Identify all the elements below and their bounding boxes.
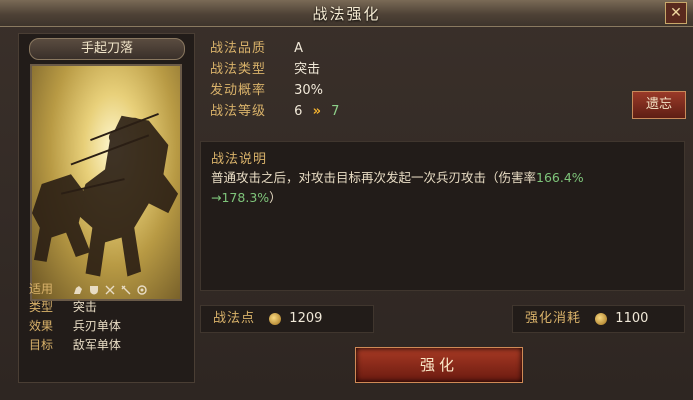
dialog-window: 战法强化 ✕ 手起刀落 适用 类型 突击 效果 兵刃单体 目标 敌军单体 战法品…	[0, 0, 693, 400]
rate-value: 30%	[294, 83, 324, 98]
damage-to-value: 178.3%	[221, 190, 270, 205]
kind-row: 战法类型 突击	[210, 60, 320, 80]
target-row: 目标 敌军单体	[29, 336, 121, 354]
enhance-cost-box: 强化消耗 1100	[512, 305, 685, 333]
enhance-cost-label: 强化消耗	[525, 311, 582, 326]
type-label: 类型	[29, 300, 54, 314]
effect-value: 兵刃单体	[72, 319, 121, 333]
skill-points-value: 1209	[289, 311, 323, 326]
spear-icon	[121, 285, 131, 294]
double-chevron-right-icon: »	[312, 104, 321, 119]
skill-points-label: 战法点	[213, 311, 256, 326]
coin-icon	[269, 312, 282, 325]
dialog-title: 战法强化	[312, 5, 381, 23]
level-next: 7	[331, 104, 340, 119]
target-value: 敌军单体	[72, 338, 121, 352]
effect-label: 效果	[29, 319, 54, 333]
quality-value: A	[294, 41, 304, 56]
applicable-row: 适用	[29, 280, 147, 298]
siege-icon	[137, 284, 147, 295]
close-button[interactable]: ✕	[665, 2, 687, 24]
target-label: 目标	[29, 338, 54, 352]
quality-row: 战法品质 A	[210, 39, 303, 59]
level-row: 战法等级 6 » 7	[210, 102, 339, 122]
damage-from-value: 166.4%	[536, 170, 584, 185]
applicable-label: 适用	[29, 282, 54, 296]
description-text-before: 普通攻击之后，对攻击目标再次发起一次兵刃攻击（伤害率	[211, 170, 537, 185]
forget-button[interactable]: 遗忘	[632, 91, 686, 119]
shield-icon	[89, 285, 98, 294]
skill-points-box: 战法点 1209	[200, 305, 374, 333]
type-row: 类型 突击	[29, 298, 97, 316]
description-text-after: ）	[269, 190, 282, 205]
cavalry-battle-illustration	[32, 112, 179, 277]
description-box: 战法说明 普通攻击之后，对攻击目标再次发起一次兵刃攻击（伤害率166.4% →17…	[200, 141, 685, 291]
rate-label: 发动概率	[210, 83, 267, 98]
skill-name: 手起刀落	[29, 38, 185, 60]
kind-label: 战法类型	[210, 62, 267, 77]
kind-value: 突击	[294, 62, 321, 77]
skill-card: 手起刀落 适用 类型 突击 效果 兵刃单体 目标 敌军单体	[18, 33, 195, 383]
bow-icon	[105, 285, 115, 294]
skill-artwork	[30, 64, 182, 301]
description-text: 普通攻击之后，对攻击目标再次发起一次兵刃攻击（伤害率166.4% →178.3%）	[211, 168, 671, 208]
level-label: 战法等级	[210, 104, 267, 119]
coin-icon	[595, 312, 608, 325]
enhance-cost-value: 1100	[615, 311, 649, 326]
rate-row: 发动概率 30%	[210, 81, 323, 101]
level-current: 6	[294, 104, 303, 119]
type-value: 突击	[72, 300, 97, 314]
damage-arrow: →	[211, 190, 222, 205]
enhance-button[interactable]: 强化	[355, 347, 523, 383]
quality-label: 战法品质	[210, 41, 267, 56]
title-bar: 战法强化 ✕	[0, 0, 693, 27]
detail-panel: 战法品质 A 战法类型 突击 发动概率 30% 战法等级 6 » 7 遗忘 战法…	[200, 33, 686, 396]
description-title: 战法说明	[211, 152, 268, 167]
effect-row: 效果 兵刃单体	[29, 317, 121, 335]
cavalry-icon	[73, 285, 82, 294]
